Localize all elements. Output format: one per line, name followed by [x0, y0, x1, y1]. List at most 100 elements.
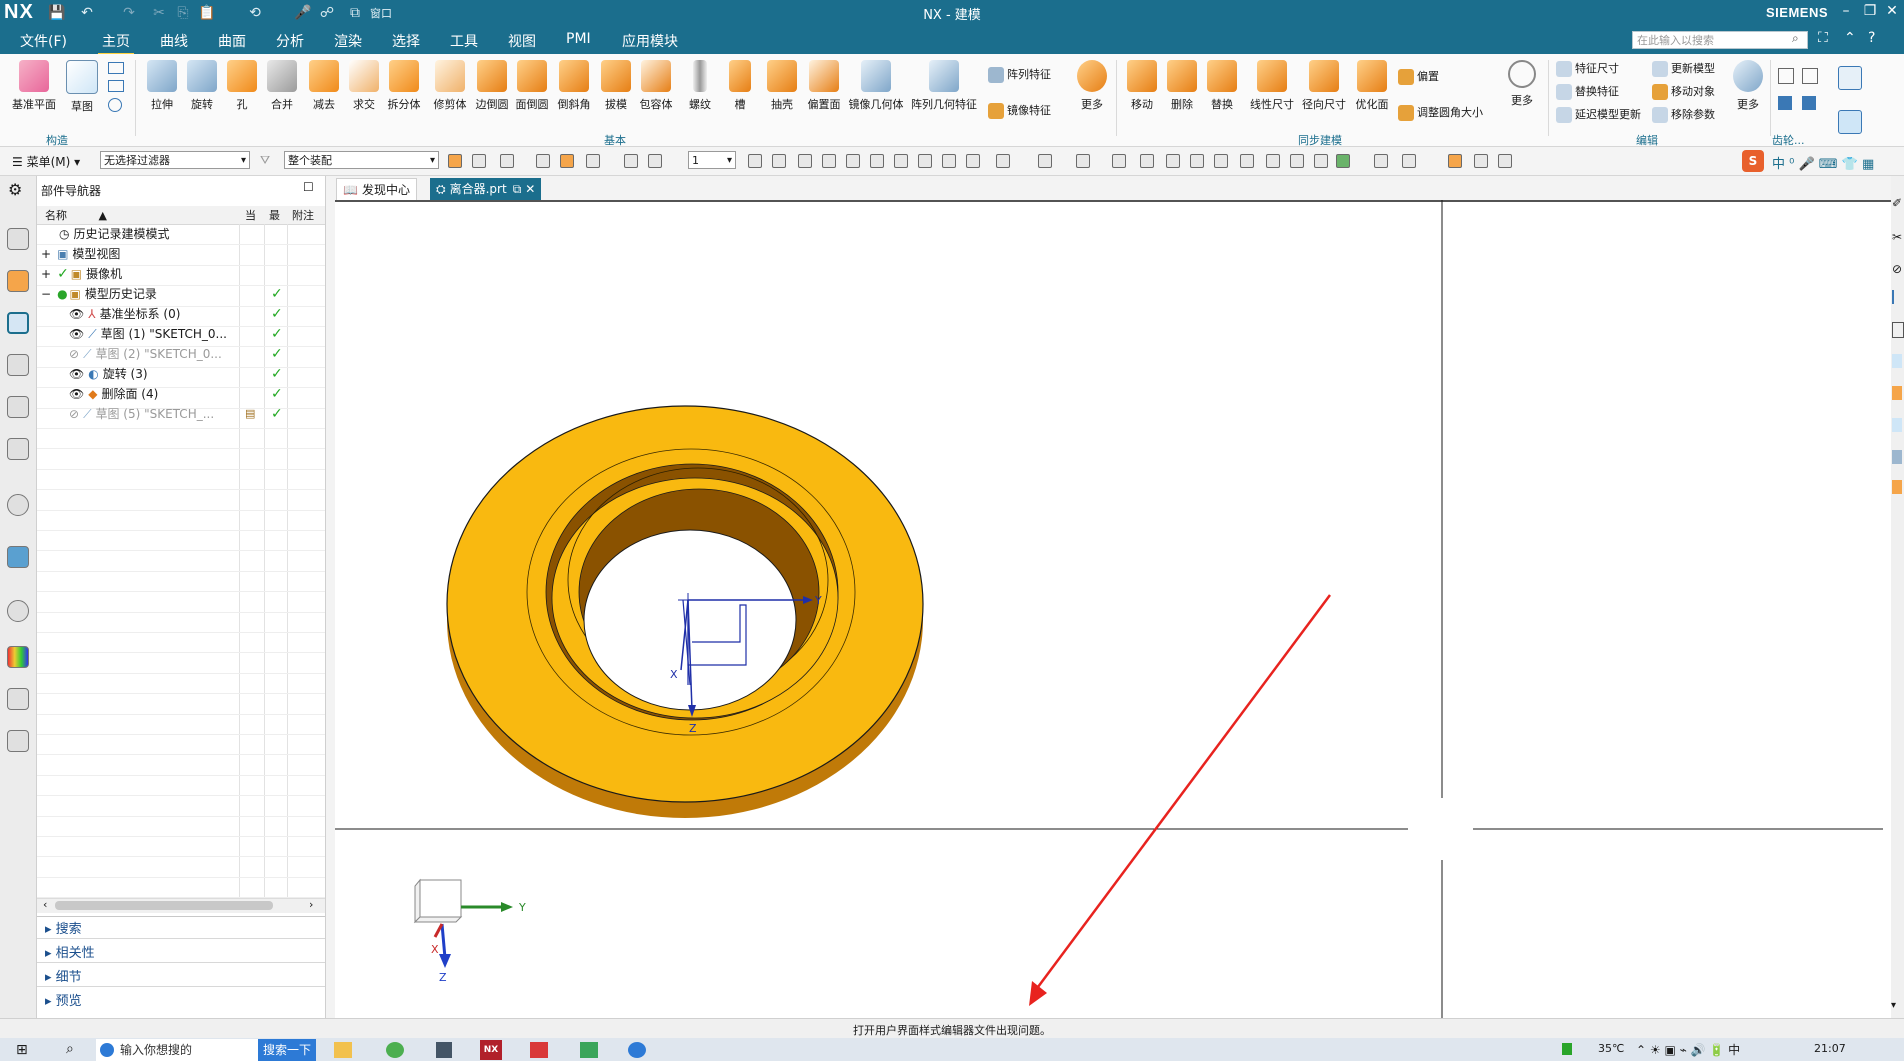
- minimize-icon[interactable]: –: [1834, 3, 1858, 19]
- touch-mode-icon[interactable]: ☍: [318, 4, 336, 22]
- file-explorer-icon[interactable]: [334, 1042, 352, 1058]
- radial-dimension-button[interactable]: 径向尺寸: [1298, 58, 1350, 112]
- column-current[interactable]: 当: [245, 207, 256, 223]
- tab-application[interactable]: 应用模块: [618, 31, 682, 51]
- line-icon[interactable]: [108, 62, 124, 74]
- taskbar-search-icon[interactable]: ⌕: [66, 1041, 74, 1057]
- scroll-right-icon[interactable]: ›: [309, 898, 313, 911]
- quick-pick-icon[interactable]: ✐: [1892, 196, 1902, 210]
- settings-icon[interactable]: ⚙: [8, 180, 22, 199]
- view-triad[interactable]: Y Z X: [413, 878, 526, 984]
- tab-part-file[interactable]: ⛭ 离合器.prt ⧉ ✕: [430, 178, 542, 200]
- subtract-button[interactable]: 减去: [302, 58, 346, 112]
- save-icon[interactable]: 💾: [48, 4, 66, 22]
- select-solid-icon[interactable]: [624, 154, 638, 168]
- tree-row-delete-face-4[interactable]: 👁 ◆ 删除面 (4): [69, 384, 158, 404]
- extrude-button[interactable]: 拉伸: [140, 58, 184, 112]
- move-face-button[interactable]: 移动: [1120, 58, 1164, 112]
- eye-icon[interactable]: 👁: [69, 307, 84, 321]
- snap-point-icon[interactable]: [1402, 154, 1416, 168]
- column-name[interactable]: 名称 ▲: [45, 207, 107, 223]
- measure-tool-icon[interactable]: [1892, 450, 1902, 464]
- zoom-icon[interactable]: [772, 154, 786, 168]
- show-hide-icon[interactable]: [1140, 154, 1154, 168]
- ring-model[interactable]: [446, 405, 924, 818]
- chamfer-button[interactable]: 倒斜角: [552, 58, 596, 112]
- thread-button[interactable]: 螺纹: [678, 58, 722, 112]
- search-icon[interactable]: ⌕: [1792, 31, 1799, 46]
- fit-icon[interactable]: [748, 154, 762, 168]
- tray-icons[interactable]: ⌃ ☀ ▣ ⌁ 🔊 🔋 中: [1636, 1041, 1740, 1058]
- tab-discovery-center[interactable]: 📖 发现中心: [336, 178, 417, 201]
- layer-dropdown[interactable]: 1: [688, 151, 736, 170]
- panel-details[interactable]: ▸ 细节: [45, 966, 82, 985]
- resize-blend-button[interactable]: 调整圆角大小: [1398, 104, 1483, 121]
- pattern-geometry-button[interactable]: 阵列几何特征: [910, 58, 978, 112]
- wireframe-icon[interactable]: [966, 154, 980, 168]
- tab-surface[interactable]: 曲面: [214, 31, 250, 51]
- edge-blend-button[interactable]: 边倒圆: [470, 58, 514, 112]
- panel-preview[interactable]: ▸ 预览: [45, 990, 82, 1009]
- hide-tool-icon[interactable]: ⊘: [1892, 262, 1902, 276]
- graphics-window[interactable]: Y Z X Y Z X: [335, 200, 1891, 1018]
- visibility-icon[interactable]: [1166, 154, 1180, 168]
- select-sheet-icon[interactable]: [648, 154, 662, 168]
- zoom-window-icon[interactable]: [870, 154, 884, 168]
- gear-tool-icon[interactable]: [1778, 68, 1794, 84]
- hide-icon[interactable]: [1190, 154, 1204, 168]
- sketch-button[interactable]: 草图: [60, 58, 104, 114]
- close-tab-icon[interactable]: ✕: [525, 182, 535, 196]
- view-orientation-icon[interactable]: [996, 154, 1010, 168]
- hole-button[interactable]: 孔: [220, 58, 264, 112]
- tree-row-revolve-3[interactable]: 👁 ◐ 旋转 (3): [69, 364, 148, 384]
- eye-icon[interactable]: [1214, 154, 1228, 168]
- circle-icon[interactable]: [108, 98, 122, 112]
- ime-toolbar[interactable]: 中 ⁰ 🎤 ⌨ 👕 ▦: [1772, 153, 1874, 172]
- copy-icon[interactable]: ⎘: [174, 4, 192, 22]
- redo-icon[interactable]: ↷: [120, 4, 138, 22]
- eye-icon[interactable]: 👁: [69, 367, 84, 381]
- maximize-icon[interactable]: ☐: [303, 180, 314, 194]
- tree-row-model-history[interactable]: − ● ▣ 模型历史记录: [41, 284, 157, 304]
- tab-render[interactable]: 渲染: [330, 31, 366, 51]
- eye-off-icon[interactable]: [1240, 154, 1254, 168]
- expand-bar-icon[interactable]: ▾: [1891, 1000, 1896, 1011]
- globe-icon[interactable]: [7, 546, 29, 568]
- tree-row-model-views[interactable]: + ▣ 模型视图: [41, 244, 120, 264]
- remove-params-button[interactable]: 移除参数: [1652, 106, 1715, 123]
- offset-region-button[interactable]: 偏置: [1398, 68, 1439, 85]
- select-feature-icon[interactable]: [448, 154, 462, 168]
- search-input[interactable]: 在此输入以搜索: [1632, 31, 1808, 49]
- color-tool-icon[interactable]: [1892, 480, 1902, 494]
- replace-feature-button[interactable]: 替换特征: [1556, 83, 1619, 100]
- web-browser-icon[interactable]: [7, 438, 29, 460]
- display-solid-icon[interactable]: [1112, 154, 1126, 168]
- optimize-face-button[interactable]: 优化面: [1350, 58, 1394, 112]
- repeat-command-icon[interactable]: ⟲: [246, 4, 264, 22]
- cut-tool-icon[interactable]: ✂: [1892, 230, 1902, 244]
- switch-window-icon[interactable]: ⧉: [346, 4, 364, 22]
- wcs-icon[interactable]: [1374, 154, 1388, 168]
- tab-pmi[interactable]: PMI: [562, 31, 595, 47]
- object-display-icon[interactable]: [1336, 154, 1350, 168]
- tree-row-sketch-1[interactable]: 👁 ⟋ 草图 (1) "SKETCH_0...: [69, 324, 227, 344]
- mirror-feature-button[interactable]: 镜像特征: [988, 102, 1051, 119]
- intersect-button[interactable]: 求交: [342, 58, 386, 112]
- collapse-icon[interactable]: −: [41, 287, 51, 301]
- tree-row-sketch-5[interactable]: ⊘ ⟋ 草图 (5) "SKETCH_...: [69, 404, 214, 424]
- view-section-icon[interactable]: [894, 154, 908, 168]
- groove-button[interactable]: 槽: [718, 58, 762, 112]
- snap-icon[interactable]: [472, 154, 486, 168]
- side-tool-icon[interactable]: [1892, 290, 1904, 304]
- color-edit-icon[interactable]: [1314, 154, 1328, 168]
- brush-icon[interactable]: [1474, 154, 1488, 168]
- tab-view[interactable]: 视图: [504, 31, 540, 51]
- draft-button[interactable]: 拔模: [594, 58, 638, 112]
- edge-icon[interactable]: [628, 1042, 646, 1058]
- eye-icon[interactable]: 👁: [69, 327, 84, 341]
- pattern-feature-button[interactable]: 阵列特征: [988, 66, 1051, 83]
- microphone-icon[interactable]: 🎤: [294, 4, 312, 22]
- popout-icon[interactable]: ⧉: [513, 182, 522, 196]
- select-body-icon[interactable]: [560, 154, 574, 168]
- select-curve-icon[interactable]: [536, 154, 550, 168]
